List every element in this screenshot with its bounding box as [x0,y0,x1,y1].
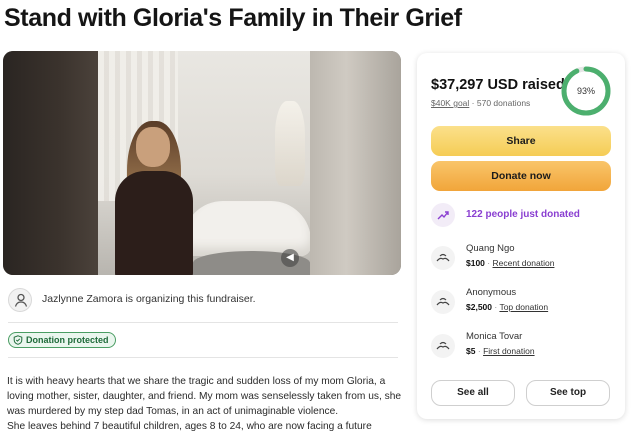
donation-protected-badge[interactable]: Donation protected [8,332,116,348]
donor-amount: $5 [466,346,476,356]
donor-item: Anonymous $2,500 · Top donation [431,287,611,319]
organizer-row: Jazlynne Zamora is organizing this fundr… [8,288,398,312]
story-line: She leaves behind 7 beautiful children, … [7,421,372,432]
donate-now-button[interactable]: Donate now [431,161,611,191]
speaker-icon[interactable]: ◀ [281,249,299,267]
recent-donations-text: 122 people just donated [466,209,580,220]
donor-meta: $2,500 · Top donation [466,302,548,312]
user-avatar-icon [8,288,32,312]
donor-name: Anonymous [466,287,517,298]
goal-link[interactable]: $40K goal [431,98,469,108]
divider [8,322,398,323]
story-line: It is with heavy hearts that we share th… [7,376,386,387]
donor-meta: $5 · First donation [466,346,535,356]
see-all-button[interactable]: See all [431,380,515,406]
donor-item: Monica Tovar $5 · First donation [431,331,611,363]
image-sofa [183,201,311,256]
donation-count: 570 donations [476,98,531,108]
image-person-head [136,127,170,167]
shield-icon [13,335,23,345]
divider [8,357,398,358]
image-person-dress [115,171,193,275]
badge-label: Donation protected [26,335,109,345]
story-line: loving mother, sister, daughter, and fri… [7,391,401,402]
image-blur-left [3,51,98,275]
image-lamp [275,101,305,186]
donor-hands-icon [431,246,455,270]
donor-tag-link[interactable]: First donation [483,346,535,356]
donor-amount: $100 [466,258,485,268]
donor-name: Monica Tovar [466,331,523,342]
donation-card: $37,297 USD raised $40K goal · 570 donat… [417,53,625,419]
page-title: Stand with Gloria's Family in Their Grie… [4,4,462,32]
goal-meta: $40K goal · 570 donations [431,98,530,108]
image-blur-right [310,51,401,275]
see-top-button[interactable]: See top [526,380,610,406]
story-line: was murdered by my step dad Tomas, in an… [7,406,339,417]
meta-separator: · [477,346,481,356]
donor-tag-link[interactable]: Top donation [499,302,548,312]
fundraiser-story: It is with heavy hearts that we share th… [7,374,401,434]
progress-percent: 93% [576,86,595,96]
donor-hands-icon [431,334,455,358]
meta-separator: · [471,98,475,108]
donor-amount: $2,500 [466,302,492,312]
share-button[interactable]: Share [431,126,611,156]
meta-separator: · [487,258,491,268]
donor-item: Quang Ngo $100 · Recent donation [431,243,611,275]
amount-raised: $37,297 USD raised [431,77,565,93]
trending-up-icon [431,203,455,227]
donor-name: Quang Ngo [466,243,515,254]
donor-meta: $100 · Recent donation [466,258,554,268]
donor-hands-icon [431,290,455,314]
donor-tag-link[interactable]: Recent donation [493,258,555,268]
progress-ring: 93% [560,65,612,117]
organizer-text: Jazlynne Zamora is organizing this fundr… [42,293,256,305]
meta-separator: · [494,302,498,312]
fundraiser-hero-image[interactable]: ◀ [3,51,401,275]
